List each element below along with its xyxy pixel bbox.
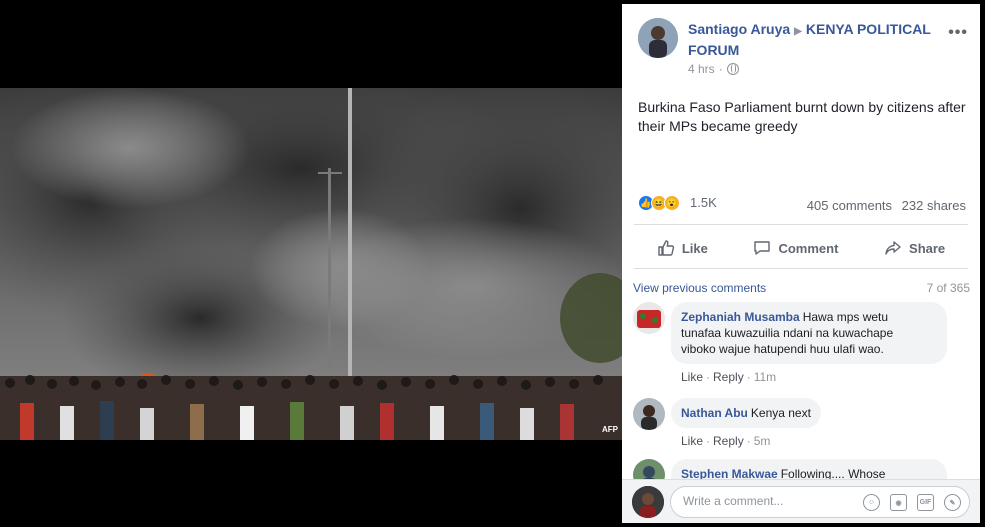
comments-pagination: 7 of 365: [926, 281, 970, 295]
commenter-avatar[interactable]: [633, 302, 665, 334]
photo-viewer[interactable]: AFP: [0, 0, 622, 527]
post-stats: 405 comments 232 shares: [801, 198, 966, 213]
share-button[interactable]: Share: [884, 239, 945, 257]
comment-like-link[interactable]: Like: [681, 434, 703, 448]
thumbs-up-icon: [658, 240, 674, 256]
post-text: Burkina Faso Parliament burnt down by ci…: [638, 99, 966, 134]
comment-input[interactable]: [683, 494, 843, 508]
composer-icons: ☺ ◉ GIF ✎: [863, 494, 961, 511]
comment-item: Zephaniah Musamba Hawa mps wetu tunafaa k…: [633, 302, 973, 384]
photo-credit: AFP: [602, 425, 618, 434]
caret-right-icon: ▶: [794, 26, 802, 37]
comment-bubble: Zephaniah Musamba Hawa mps wetu tunafaa k…: [671, 302, 947, 364]
current-user-avatar: [632, 486, 664, 518]
post-photo[interactable]: AFP: [0, 88, 622, 440]
author-line: Santiago Aruya ▶ KENYA POLITICAL FORUM: [688, 20, 938, 60]
post-header: Santiago Aruya ▶ KENYA POLITICAL FORUM 4 h…: [638, 18, 968, 78]
globe-icon[interactable]: [726, 63, 739, 75]
comment-text: tunafaa kuwazuilia ndani na kuwachape: [681, 326, 894, 340]
comment-text: viboko wajue hatupendi huu ulafi wao.: [681, 342, 884, 356]
emoji-icon[interactable]: ☺: [863, 494, 880, 511]
separator-dot: ·: [706, 370, 711, 384]
comment-text: Kenya next: [750, 406, 811, 420]
reactions-count[interactable]: 1.5K: [690, 195, 717, 210]
comment-actions: Like · Reply · 11m: [681, 370, 776, 384]
share-icon: [885, 241, 901, 255]
reactions-row: 👍 😆 😮 1.5K 405 comments 232 shares: [638, 192, 966, 216]
separator-dot: ·: [746, 434, 751, 448]
separator-dot: ·: [706, 434, 711, 448]
comment-input-box[interactable]: ☺ ◉ GIF ✎: [670, 486, 970, 518]
gif-icon[interactable]: GIF: [917, 494, 934, 511]
separator-dot: ·: [718, 62, 723, 76]
commenter-name[interactable]: Zephaniah Musamba: [681, 310, 800, 324]
author-avatar[interactable]: [638, 18, 678, 58]
protest-smoke-image: [0, 88, 622, 440]
post-time[interactable]: 4 hrs: [688, 62, 715, 76]
view-previous-comments-link[interactable]: View previous comments: [633, 281, 766, 295]
reaction-icons[interactable]: 👍 😆 😮: [638, 195, 680, 211]
comment-like-link[interactable]: Like: [681, 370, 703, 384]
post-actions: Like Comment Share: [634, 232, 968, 264]
comment-composer: ☺ ◉ GIF ✎: [622, 479, 980, 523]
comment-actions: Like · Reply · 5m: [681, 434, 770, 448]
separator-dot: ·: [746, 370, 751, 384]
comments-section: View previous comments 7 of 365 Zephania…: [622, 269, 980, 499]
post-side-panel: Santiago Aruya ▶ KENYA POLITICAL FORUM 4 h…: [622, 4, 980, 523]
camera-icon[interactable]: ◉: [890, 494, 907, 511]
like-button[interactable]: Like: [657, 239, 708, 257]
comment-item: Nathan Abu Kenya next Like · Reply · 5m: [633, 398, 973, 448]
comment-time[interactable]: 11m: [754, 370, 776, 384]
share-label: Share: [909, 240, 946, 256]
comment-button[interactable]: Comment: [753, 239, 838, 257]
comment-label: Comment: [778, 240, 839, 256]
wow-icon: 😮: [664, 195, 680, 211]
divider: [634, 224, 968, 225]
comment-time[interactable]: 5m: [754, 434, 771, 448]
comment-text: Hawa mps wetu: [802, 310, 889, 324]
like-label: Like: [681, 240, 708, 256]
sticker-icon[interactable]: ✎: [944, 494, 961, 511]
comment-reply-link[interactable]: Reply: [713, 370, 744, 384]
commenter-name[interactable]: Nathan Abu: [681, 406, 748, 420]
comment-icon: [754, 241, 771, 255]
commenter-avatar[interactable]: [633, 398, 665, 430]
comment-reply-link[interactable]: Reply: [713, 434, 744, 448]
comment-bubble: Nathan Abu Kenya next: [671, 398, 821, 428]
author-name[interactable]: Santiago Aruya: [688, 21, 790, 37]
more-icon[interactable]: •••: [948, 24, 968, 42]
comments-count[interactable]: 405 comments: [807, 198, 892, 213]
post-meta: 4 hrs ·: [688, 62, 739, 76]
shares-count[interactable]: 232 shares: [902, 198, 966, 213]
